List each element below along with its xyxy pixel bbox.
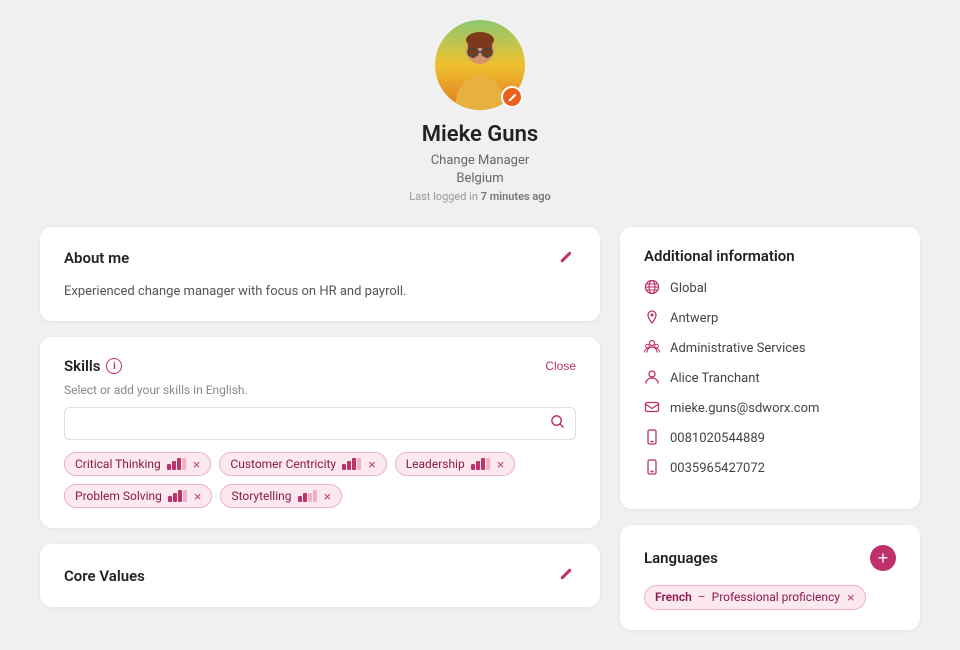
info-row-manager: Alice Tranchant (644, 369, 896, 389)
skill-bars-customer-centricity (342, 458, 361, 470)
last-login-label: Last logged in (409, 190, 478, 203)
skills-search-input[interactable] (75, 416, 550, 431)
info-phone1-value: 0081020544889 (670, 431, 765, 446)
skills-title: Skills (64, 357, 100, 375)
skill-label: Customer Centricity (230, 457, 336, 471)
skills-info-icon: i (106, 358, 122, 374)
skills-sub-label: Select or add your skills in English. (64, 383, 576, 397)
skill-label: Critical Thinking (75, 457, 161, 471)
language-tags: French – Professional proficiency × (644, 585, 896, 610)
location-pin-icon (644, 309, 660, 329)
skill-label: Leadership (406, 457, 465, 471)
additional-info-title: Additional information (644, 247, 896, 265)
profile-title: Change Manager (431, 151, 530, 171)
info-row-global: Global (644, 279, 896, 299)
globe-icon (644, 279, 660, 299)
main-layout: About me Experienced change manager with… (40, 227, 920, 630)
core-values-edit-button[interactable] (556, 564, 576, 587)
about-me-card: About me Experienced change manager with… (40, 227, 600, 322)
info-org-value: Administrative Services (670, 341, 806, 356)
phone2-icon (644, 459, 660, 479)
info-row-org: Administrative Services (644, 339, 896, 359)
skill-bars-leadership (471, 458, 490, 470)
skill-tag-problem-solving: Problem Solving × (64, 484, 212, 508)
info-row-antwerp: Antwerp (644, 309, 896, 329)
last-login-time: 7 minutes ago (481, 190, 551, 203)
skill-remove-customer-centricity[interactable]: × (368, 458, 376, 471)
profile-name: Mieke Guns (422, 122, 538, 147)
skill-label: Storytelling (231, 489, 291, 503)
skill-bars-problem-solving (168, 490, 187, 502)
skill-remove-storytelling[interactable]: × (324, 490, 332, 503)
info-phone2-value: 0035965427072 (670, 461, 765, 476)
skills-search-box (64, 407, 576, 440)
skills-title-group: Skills i (64, 357, 122, 375)
info-row-email: mieke.guns@sdworx.com (644, 399, 896, 419)
skill-tag-critical-thinking: Critical Thinking × (64, 452, 211, 476)
core-values-header: Core Values (64, 564, 576, 587)
info-antwerp-value: Antwerp (670, 311, 718, 326)
languages-card: Languages + French – Professional profic… (620, 525, 920, 630)
left-column: About me Experienced change manager with… (40, 227, 600, 608)
about-me-text: Experienced change manager with focus on… (64, 282, 576, 302)
avatar-edit-button[interactable] (501, 86, 523, 108)
skill-tag-customer-centricity: Customer Centricity × (219, 452, 386, 476)
about-me-edit-button[interactable] (556, 247, 576, 270)
skills-close-button[interactable]: Close (545, 359, 576, 373)
skills-tags: Critical Thinking × Customer Centricity (64, 452, 576, 508)
info-row-phone1: 0081020544889 (644, 429, 896, 449)
skill-remove-critical-thinking[interactable]: × (193, 458, 201, 471)
profile-header: Mieke Guns Change Manager Belgium Last l… (40, 20, 920, 203)
core-values-card: Core Values (40, 544, 600, 607)
skills-card: Skills i Close Select or add your skills… (40, 337, 600, 528)
info-email-value: mieke.guns@sdworx.com (670, 401, 819, 416)
org-icon (644, 339, 660, 359)
skills-header: Skills i Close (64, 357, 576, 375)
skill-label: Problem Solving (75, 489, 162, 503)
profile-last-login: Last logged in 7 minutes ago (409, 190, 551, 203)
language-remove-french[interactable]: × (847, 590, 855, 605)
user-icon (644, 369, 660, 389)
skill-remove-problem-solving[interactable]: × (194, 490, 202, 503)
page: Mieke Guns Change Manager Belgium Last l… (0, 0, 960, 650)
add-language-button[interactable]: + (870, 545, 896, 571)
search-icon (550, 414, 565, 433)
avatar-wrapper (435, 20, 525, 110)
additional-info-card: Additional information Global (620, 227, 920, 509)
right-column: Additional information Global (620, 227, 920, 630)
skill-bars-storytelling (298, 490, 317, 502)
about-me-title: About me (64, 249, 129, 267)
language-tag-french: French – Professional proficiency × (644, 585, 866, 610)
language-name-french: French (655, 590, 692, 604)
skill-tag-leadership: Leadership × (395, 452, 516, 476)
language-level-french: Professional proficiency (712, 590, 840, 604)
info-manager-value: Alice Tranchant (670, 371, 760, 386)
info-row-phone2: 0035965427072 (644, 459, 896, 479)
about-me-header: About me (64, 247, 576, 270)
skill-bars-critical-thinking (167, 458, 186, 470)
mail-icon (644, 399, 660, 419)
skill-remove-leadership[interactable]: × (497, 458, 505, 471)
languages-header: Languages + (644, 545, 896, 571)
phone-icon (644, 429, 660, 449)
core-values-title: Core Values (64, 567, 145, 585)
skill-tag-storytelling: Storytelling × (220, 484, 342, 508)
info-global-value: Global (670, 281, 707, 296)
profile-country: Belgium (456, 171, 503, 186)
languages-title: Languages (644, 549, 718, 567)
